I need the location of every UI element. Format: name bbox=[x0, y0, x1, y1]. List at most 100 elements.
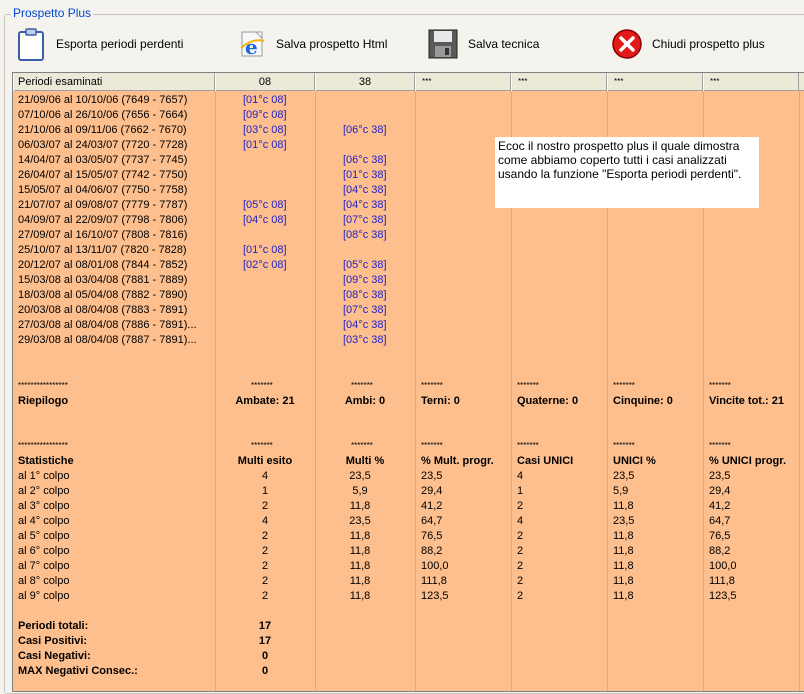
period-row[interactable]: 25/10/07 al 13/11/07 (7820 - 7828) [01°c … bbox=[13, 243, 804, 258]
stats-cell: 4 bbox=[261, 515, 269, 527]
stats-row[interactable]: al 4° colpo 4 23,5 64,7 4 23,5 64,7 bbox=[13, 514, 804, 529]
stats-row[interactable]: al 9° colpo 2 11,8 123,5 2 11,8 123,5 bbox=[13, 589, 804, 604]
period-row[interactable]: 20/12/07 al 08/01/08 (7844 - 7852) [02°c … bbox=[13, 258, 804, 273]
total-row[interactable]: Periodi totali: 17 bbox=[13, 619, 804, 634]
stats-cell: 41,2 bbox=[709, 500, 731, 512]
hit-08-cell: [09°c 08] bbox=[243, 109, 287, 121]
stats-cell: 1 bbox=[261, 485, 269, 497]
stats-header-cell: Casi UNICI bbox=[517, 455, 574, 467]
stats-cell: 2 bbox=[517, 560, 524, 572]
stats-cell: 11,8 bbox=[613, 590, 634, 602]
stats-cell: 2 bbox=[517, 500, 524, 512]
total-row[interactable]: Casi Negativi: 0 bbox=[13, 649, 804, 664]
period-row[interactable]: 21/09/06 al 10/10/06 (7649 - 7657) [01°c … bbox=[13, 93, 804, 108]
column-header-empty[interactable]: *** bbox=[607, 73, 703, 91]
stats-row[interactable]: al 3° colpo 2 11,8 41,2 2 11,8 41,2 bbox=[13, 499, 804, 514]
hit-38-cell: [06°c 38] bbox=[343, 124, 387, 136]
period-row[interactable]: 27/09/07 al 16/10/07 (7808 - 7816) [08°c … bbox=[13, 228, 804, 243]
stats-cell: 23,5 bbox=[349, 470, 371, 482]
separator-cell: ******* bbox=[709, 441, 731, 450]
hit-38-cell bbox=[343, 108, 415, 123]
stats-row[interactable]: al 5° colpo 2 11,8 76,5 2 11,8 76,5 bbox=[13, 529, 804, 544]
stats-cell: 111,8 bbox=[709, 575, 735, 587]
hit-08-cell bbox=[243, 153, 315, 168]
hit-08-cell: [04°c 08] bbox=[243, 214, 287, 226]
summary-value: Cinquine: 0 bbox=[613, 395, 673, 407]
stats-header-row[interactable]: Statistiche Multi esito Multi % % Mult. pro… bbox=[13, 454, 804, 469]
hit-38-cell bbox=[343, 243, 415, 258]
save-tech-button[interactable]: Salva tecnica bbox=[428, 28, 539, 60]
hit-38-cell: [06°c 38] bbox=[343, 154, 387, 166]
period-row[interactable]: 20/03/08 al 08/04/08 (7883 - 7891) [07°c … bbox=[13, 303, 804, 318]
stats-cell: 29,4 bbox=[421, 485, 443, 497]
stats-cell: 88,2 bbox=[709, 545, 731, 557]
period-cell: 27/09/07 al 16/10/07 (7808 - 7816) bbox=[18, 229, 188, 241]
stats-header-cell: % Mult. progr. bbox=[421, 455, 494, 467]
stats-row[interactable]: al 7° colpo 2 11,8 100,0 2 11,8 100,0 bbox=[13, 559, 804, 574]
column-header-08[interactable]: 08 bbox=[215, 73, 315, 91]
stats-cell: 11,8 bbox=[349, 500, 371, 512]
export-periods-button[interactable]: Esporta periodi perdenti bbox=[16, 28, 183, 61]
stats-cell: 2 bbox=[517, 545, 524, 557]
save-html-button[interactable]: e Salva prospetto Html bbox=[236, 28, 387, 60]
stats-cell: 2 bbox=[261, 500, 269, 512]
stats-cell: 11,8 bbox=[613, 500, 634, 512]
stats-cell: al 4° colpo bbox=[18, 515, 70, 527]
stats-cell: 4 bbox=[517, 515, 524, 527]
summary-row[interactable]: Riepilogo Ambate: 21 Ambi: 0 Terni: 0 Quater… bbox=[13, 394, 804, 409]
column-header-38[interactable]: 38 bbox=[315, 73, 415, 91]
column-header-empty[interactable]: *** bbox=[703, 73, 799, 91]
summary-value: Quaterne: 0 bbox=[517, 395, 579, 407]
stats-cell: 29,4 bbox=[709, 485, 731, 497]
total-value: 0 bbox=[261, 650, 269, 662]
hit-08-cell bbox=[243, 318, 315, 333]
stats-cell: 100,0 bbox=[709, 560, 737, 572]
separator-row[interactable]: **************** ******* ******* ******* ***… bbox=[13, 379, 804, 394]
hit-08-cell bbox=[243, 168, 315, 183]
stats-cell: al 1° colpo bbox=[18, 470, 70, 482]
period-cell: 20/12/07 al 08/01/08 (7844 - 7852) bbox=[18, 259, 188, 271]
stats-row[interactable]: al 6° colpo 2 11,8 88,2 2 11,8 88,2 bbox=[13, 544, 804, 559]
column-header-empty[interactable]: *** bbox=[511, 73, 607, 91]
column-header-empty[interactable]: *** bbox=[415, 73, 511, 91]
stats-cell: 5,9 bbox=[352, 485, 368, 497]
hit-38-cell: [07°c 38] bbox=[343, 304, 387, 316]
stats-cell: 23,5 bbox=[613, 515, 635, 527]
save-tech-label: Salva tecnica bbox=[468, 37, 540, 51]
stats-cell: 5,9 bbox=[613, 485, 629, 497]
close-prospect-button[interactable]: Chiudi prospetto plus bbox=[612, 28, 765, 60]
stats-cell: 123,5 bbox=[421, 590, 449, 602]
hit-08-cell bbox=[243, 288, 315, 303]
period-row[interactable]: 18/03/08 al 05/04/08 (7882 - 7890) [08°c … bbox=[13, 288, 804, 303]
period-cell: 14/04/07 al 03/05/07 (7737 - 7745) bbox=[18, 154, 188, 166]
hit-38-cell: [05°c 38] bbox=[343, 259, 387, 271]
column-header-periods[interactable]: Periodi esaminati bbox=[13, 73, 215, 91]
stats-cell: al 7° colpo bbox=[18, 560, 70, 572]
group-title: Prospetto Plus bbox=[11, 6, 94, 20]
stats-cell: 11,8 bbox=[349, 575, 371, 587]
period-row[interactable]: 29/03/08 al 08/04/08 (7887 - 7891)... [03… bbox=[13, 333, 804, 348]
total-row[interactable]: Casi Positivi: 17 bbox=[13, 634, 804, 649]
hit-08-cell: [01°c 08] bbox=[243, 94, 287, 106]
period-cell: 21/10/06 al 09/11/06 (7662 - 7670) bbox=[18, 124, 187, 136]
period-row[interactable]: 04/09/07 al 22/09/07 (7798 - 7806) [04°c … bbox=[13, 213, 804, 228]
separator-cell: **************** bbox=[18, 381, 68, 390]
hit-08-cell bbox=[243, 228, 315, 243]
separator-cell: ******* bbox=[709, 381, 731, 390]
stats-row[interactable]: al 1° colpo 4 23,5 23,5 4 23,5 23,5 bbox=[13, 469, 804, 484]
total-value: 17 bbox=[258, 620, 272, 632]
period-cell: 27/03/08 al 08/04/08 (7886 - 7891)... bbox=[18, 319, 197, 331]
stats-cell: 23,5 bbox=[709, 470, 731, 482]
period-row[interactable]: 27/03/08 al 08/04/08 (7886 - 7891)... [04… bbox=[13, 318, 804, 333]
period-row[interactable]: 07/10/06 al 26/10/06 (7656 - 7664) [09°c … bbox=[13, 108, 804, 123]
stats-cell: 2 bbox=[261, 590, 269, 602]
stats-row[interactable]: al 8° colpo 2 11,8 111,8 2 11,8 111,8 bbox=[13, 574, 804, 589]
period-row[interactable]: 15/03/08 al 03/04/08 (7881 - 7889) [09°c … bbox=[13, 273, 804, 288]
floppy-disk-icon bbox=[428, 28, 460, 60]
stats-cell: 2 bbox=[517, 530, 524, 542]
stats-row[interactable]: al 2° colpo 1 5,9 29,4 1 5,9 29,4 bbox=[13, 484, 804, 499]
separator-row[interactable]: **************** ******* ******* ******* ***… bbox=[13, 439, 804, 454]
stats-cell: 2 bbox=[261, 545, 269, 557]
period-row[interactable]: 21/10/06 al 09/11/06 (7662 - 7670) [03°c … bbox=[13, 123, 804, 138]
period-cell: 15/03/08 al 03/04/08 (7881 - 7889) bbox=[18, 274, 188, 286]
